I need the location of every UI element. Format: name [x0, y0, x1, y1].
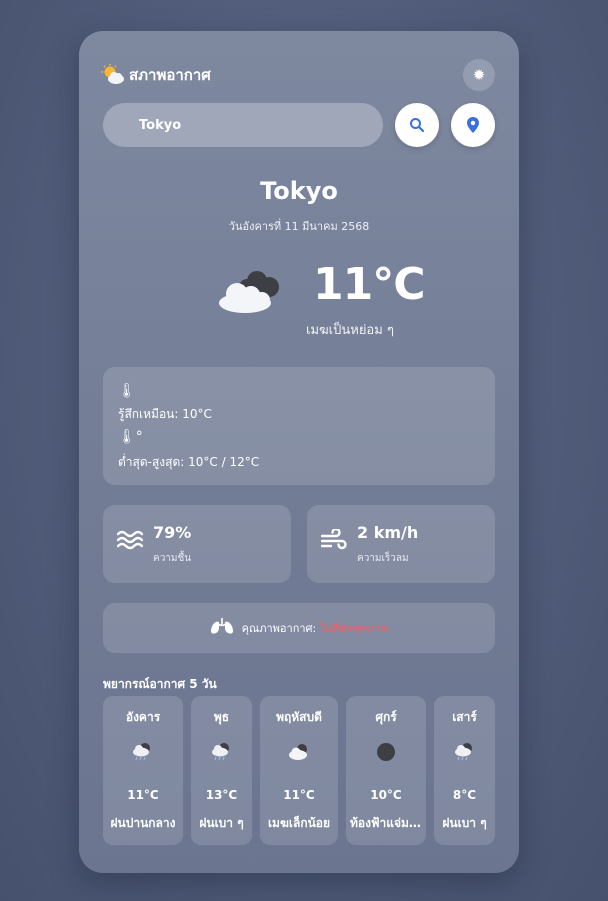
forecast-day-card[interactable]: พุธ 13°C ฝนเบา ๆ	[191, 696, 252, 845]
forecast-day-name: พุธ	[213, 710, 230, 724]
search-icon	[410, 118, 425, 133]
forecast-day-name: เสาร์	[452, 710, 477, 724]
sun-cloud-icon	[101, 64, 125, 86]
humidity-label: ความชื้น	[153, 553, 192, 564]
forecast-day-card[interactable]: พฤหัสบดี 11°C เมฆเล็กน้อย	[260, 696, 338, 845]
forecast-day-name: ศุกร์	[375, 710, 397, 724]
forecast-day-name: อังคาร	[125, 710, 161, 724]
forecast-desc: ฝนปานกลาง	[110, 816, 176, 830]
forecast-day-card[interactable]: ศุกร์ 10°C ท้องฟ้าแจ่มใส	[346, 696, 426, 845]
search-input[interactable]	[103, 103, 383, 147]
weather-card: สภาพอากาศ ✹ Tokyo วันอังคารที่ 11 มีนาคม…	[79, 31, 519, 873]
feels-like-text: รู้สึกเหมือน: 10°C	[118, 407, 212, 421]
wind-label: ความเร็วลม	[357, 553, 409, 564]
location-pin-icon	[467, 117, 479, 133]
air-quality-value: ไม่ดีต่อสุขภาพ	[319, 622, 389, 635]
wind-icon	[320, 527, 347, 555]
min-max-text: ต่ำสุด-สูงสุด: 10°C / 12°C	[118, 455, 260, 469]
wind-panel: 2 km/h ความเร็วลม	[307, 505, 495, 583]
thermometer-icon: 🌡	[118, 383, 136, 399]
broken-clouds-icon	[215, 267, 285, 315]
current-temperature: 11°C	[313, 259, 426, 310]
humidity-value: 79%	[153, 523, 192, 542]
forecast-temp: 8°C	[452, 788, 477, 802]
forecast-day-card[interactable]: เสาร์ 8°C ฝนเบา ๆ	[434, 696, 495, 845]
city-name: Tokyo	[260, 177, 338, 205]
forecast-desc: ท้องฟ้าแจ่มใส	[350, 816, 422, 830]
details-panel: 🌡 รู้สึกเหมือน: 10°C 🌡° ต่ำสุด-สูงสุด: 1…	[103, 367, 495, 485]
humidity-panel: 79% ความชื้น	[103, 505, 291, 583]
weather-description: เมฆเป็นหย่อม ๆ	[306, 323, 394, 338]
current-date: วันอังคารที่ 11 มีนาคม 2568	[228, 220, 370, 233]
forecast-day-card[interactable]: อังคาร 11°C ฝนปานกลาง	[103, 696, 183, 845]
settings-button[interactable]: ✹	[463, 59, 495, 91]
header: สภาพอากาศ ✹	[101, 59, 497, 91]
rain-cloud-icon	[131, 742, 155, 762]
forecast-temp: 11°C	[127, 788, 159, 802]
thermometer-range-icon: 🌡°	[118, 429, 143, 445]
app-title: สภาพอากาศ	[129, 66, 211, 84]
forecast-title: พยากรณ์อากาศ 5 วัน	[103, 677, 217, 691]
humidity-waves-icon	[116, 529, 144, 555]
forecast-temp: 10°C	[370, 788, 402, 802]
forecast-day-name: พฤหัสบดี	[276, 710, 322, 724]
search-row	[103, 103, 495, 147]
forecast-desc: เมฆเล็กน้อย	[267, 816, 331, 830]
dark-circle-icon	[374, 742, 398, 762]
cloud-icon	[287, 742, 311, 762]
forecast-desc: ฝนเบา ๆ	[442, 816, 487, 830]
lungs-icon	[210, 617, 234, 640]
gear-icon: ✹	[472, 66, 486, 84]
air-quality-panel: คุณภาพอากาศ: ไม่ดีต่อสุขภาพ	[103, 603, 495, 653]
location-button[interactable]	[451, 103, 495, 147]
search-button[interactable]	[395, 103, 439, 147]
forecast-temp: 11°C	[283, 788, 315, 802]
wind-value: 2 km/h	[357, 523, 419, 542]
air-quality-label: คุณภาพอากาศ:	[241, 622, 317, 635]
rain-cloud-icon	[453, 742, 477, 762]
forecast-desc: ฝนเบา ๆ	[199, 816, 244, 830]
rain-cloud-icon	[210, 742, 234, 762]
forecast-temp: 13°C	[205, 788, 238, 802]
